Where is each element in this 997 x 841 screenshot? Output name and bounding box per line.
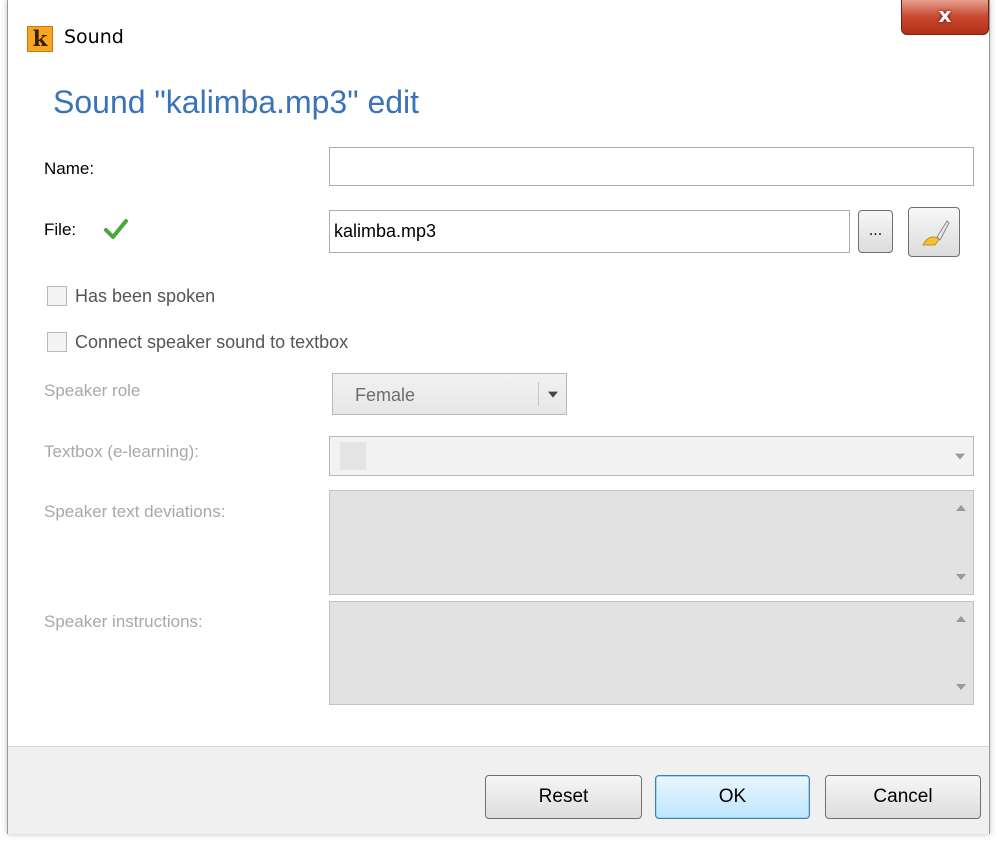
deviations-textarea[interactable] [329,490,974,595]
page-title: Sound "kalimba.mp3" edit [53,84,420,120]
chevron-down-icon [955,453,965,460]
check-icon [104,219,128,239]
connect-speaker-label: Connect speaker sound to textbox [75,332,349,352]
reset-button[interactable]: Reset [485,775,642,819]
speaker-role-label: Speaker role [44,381,141,400]
textbox-select[interactable] [329,436,974,476]
dialog-footer: Reset OK Cancel [8,746,989,834]
edit-file-button[interactable] [908,207,960,257]
scroll-up-icon [956,505,966,511]
title-bar: k Sound x [8,0,989,72]
browse-button[interactable]: ... [858,210,893,253]
ok-button[interactable]: OK [655,775,810,819]
scroll-up-button[interactable] [949,604,973,634]
instructions-label: Speaker instructions: [44,612,203,631]
name-input[interactable] [329,147,974,186]
has-been-spoken-checkbox[interactable] [47,286,67,306]
instructions-textarea[interactable] [329,601,974,705]
deviations-label: Speaker text deviations: [44,502,226,521]
scroll-down-icon [956,684,966,690]
scroll-down-icon [956,574,966,580]
scroll-down-button[interactable] [949,672,973,702]
close-icon: x [938,3,952,27]
dialog-content: Sound "kalimba.mp3" edit Name: File: kal… [25,70,974,740]
textbox-label: Textbox (e-learning): [44,442,199,461]
file-field[interactable]: kalimba.mp3 [329,210,850,253]
name-label: Name: [44,159,95,178]
sound-dialog: k Sound x Sound "kalimba.mp3" edit Name:… [7,0,990,834]
cancel-button[interactable]: Cancel [825,775,981,819]
connect-speaker-checkbox[interactable] [47,332,67,352]
has-been-spoken-label: Has been spoken [75,286,216,306]
close-button[interactable]: x [901,0,989,35]
browse-icon: ... [868,223,883,239]
speaker-role-select[interactable]: Female [332,373,567,415]
window-title: Sound [64,26,124,48]
scroll-up-icon [956,616,966,622]
scroll-down-button[interactable] [949,562,973,592]
edit-brush-icon [922,220,950,246]
app-logo-icon: k [27,26,53,52]
speaker-role-value: Female [355,385,416,405]
file-label: File: [44,220,77,239]
scroll-up-button[interactable] [949,493,973,523]
chevron-down-icon [548,391,558,398]
